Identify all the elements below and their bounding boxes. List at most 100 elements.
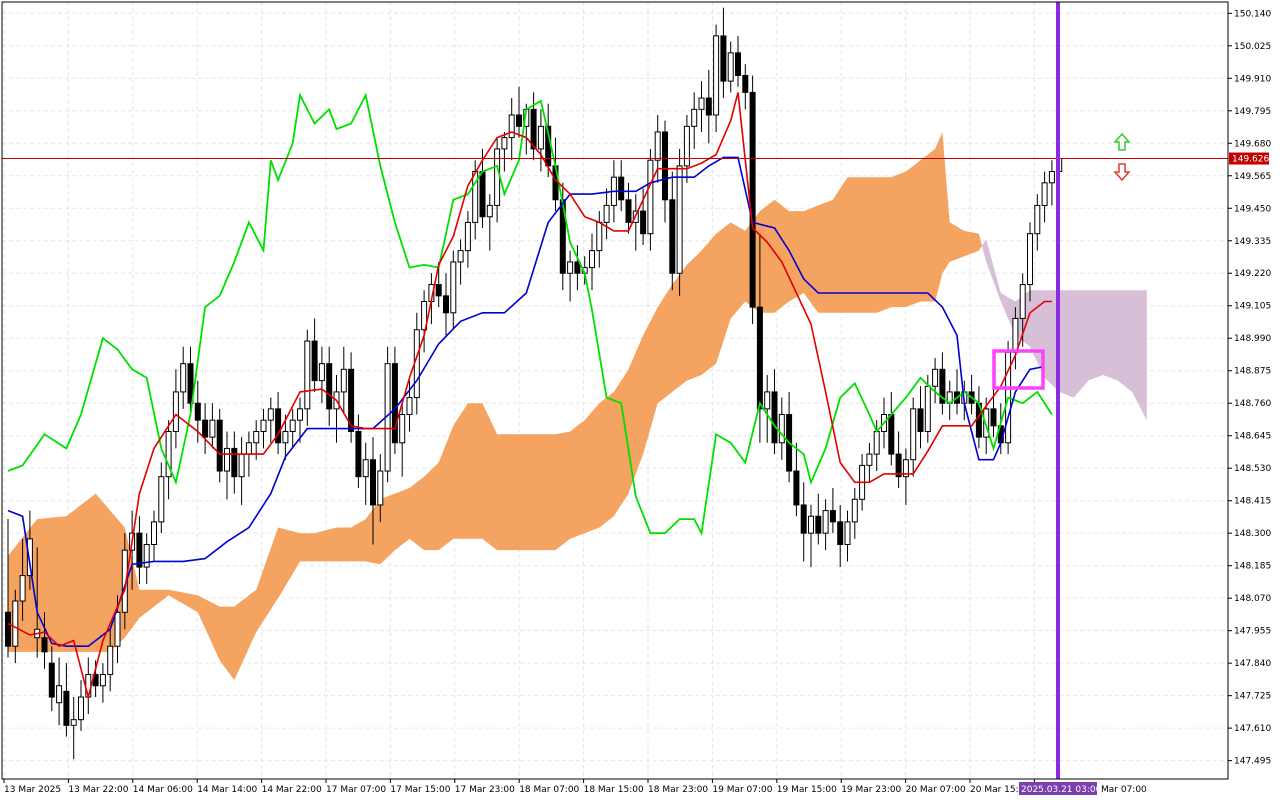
- candle-bullish: [99, 673, 106, 687]
- candle-bullish: [1027, 233, 1033, 286]
- candle-bullish: [224, 447, 230, 472]
- candle-bearish: [231, 447, 238, 478]
- candle-bullish: [282, 430, 289, 444]
- candle-bullish: [1041, 182, 1048, 206]
- candle-bearish: [202, 419, 209, 438]
- candle-bullish: [457, 250, 464, 263]
- x-tick-label: 18 Mar 23:00: [648, 785, 708, 795]
- y-tick-label: 148.300: [1234, 529, 1271, 539]
- candle-bullish: [1012, 317, 1019, 353]
- candle-bearish: [771, 391, 778, 444]
- y-tick-label: 150.140: [1234, 9, 1271, 19]
- candle-bearish: [574, 261, 581, 274]
- candle-bullish: [873, 430, 880, 455]
- candle-bullish: [537, 125, 544, 150]
- y-tick-label: 148.530: [1234, 464, 1271, 474]
- candle-bearish: [216, 419, 223, 472]
- ichimoku-candlestick-chart[interactable]: 150.140 150.025 149.910 149.795 149.680 149.5…: [0, 0, 1280, 800]
- y-tick-label: 148.645: [1234, 432, 1271, 442]
- candle-bullish: [910, 408, 917, 461]
- candle-bullish: [245, 442, 252, 455]
- candle-bearish: [829, 510, 836, 523]
- y-tick-label: 149.335: [1234, 237, 1271, 247]
- y-tick-label: 148.875: [1234, 367, 1271, 377]
- cursor-time-label: 2025.03.21 03:00: [1021, 785, 1102, 795]
- candle-bullish: [238, 453, 245, 478]
- candle-bullish: [107, 645, 114, 675]
- candle-bullish: [267, 408, 274, 421]
- candle-bearish: [990, 408, 997, 427]
- candle-bullish: [778, 414, 785, 444]
- candle-bullish: [501, 137, 508, 150]
- candle-bullish: [698, 97, 705, 110]
- candle-bullish: [362, 459, 369, 478]
- x-tick-label: 13 Mar 2025: [4, 785, 61, 795]
- candle-bullish: [304, 340, 311, 410]
- y-tick-label: 147.840: [1234, 659, 1271, 669]
- candle-bearish: [749, 91, 756, 308]
- candle-bearish: [662, 131, 668, 201]
- candle-bullish: [12, 600, 19, 647]
- candle-bullish: [56, 685, 63, 704]
- x-tick-label: 17 Mar 07:00: [326, 785, 386, 795]
- y-tick-label: 148.760: [1234, 399, 1271, 409]
- x-tick-label: 18 Mar 07:00: [519, 785, 579, 795]
- candle-bearish: [435, 284, 442, 297]
- x-tick-label: 17 Mar 23:00: [455, 785, 515, 795]
- candle-bullish: [567, 261, 574, 274]
- y-tick-label: 148.415: [1234, 497, 1271, 507]
- candle-bullish: [399, 414, 406, 444]
- candle-bearish: [194, 402, 201, 421]
- candle-bullish: [764, 391, 771, 410]
- candle-bullish: [289, 419, 296, 432]
- candle-bearish: [5, 611, 11, 647]
- candle-bearish: [756, 306, 763, 410]
- candle-bearish: [479, 171, 486, 218]
- y-tick-label: 149.450: [1234, 204, 1271, 214]
- candle-bearish: [618, 176, 625, 201]
- candle-bearish: [443, 295, 449, 314]
- candle-bullish: [297, 408, 303, 421]
- y-tick-label: 148.070: [1234, 594, 1271, 604]
- candle-bullish: [85, 673, 92, 698]
- x-tick-label: 14 Mar 14:00: [197, 785, 257, 795]
- candle-bullish: [494, 148, 501, 206]
- candle-bearish: [311, 340, 318, 382]
- candle-bearish: [669, 199, 676, 274]
- candle-bullish: [727, 52, 734, 82]
- candle-bullish: [589, 250, 595, 269]
- y-tick-label: 148.990: [1234, 334, 1271, 344]
- x-tick-label: 14 Mar 06:00: [133, 785, 193, 795]
- y-tick-label: 149.220: [1234, 269, 1271, 279]
- candle-bullish: [340, 368, 347, 393]
- candle-bullish: [1048, 171, 1055, 184]
- y-tick-label: 149.795: [1234, 107, 1271, 117]
- candle-bullish: [866, 453, 873, 466]
- candle-bullish: [1034, 204, 1041, 235]
- candle-bullish: [683, 125, 690, 167]
- candle-bullish: [172, 391, 179, 432]
- candle-bullish: [808, 515, 814, 534]
- candle-bearish: [735, 52, 741, 76]
- candle-bearish: [516, 114, 522, 127]
- candle-bearish: [888, 414, 895, 455]
- candle-bullish: [508, 114, 515, 139]
- y-tick-label: 147.610: [1234, 724, 1271, 734]
- y-tick-label: 149.680: [1234, 139, 1271, 149]
- candle-bullish: [486, 204, 493, 218]
- x-tick-label: 19 Mar 15:00: [777, 785, 837, 795]
- x-tick-label: 14 Mar 22:00: [262, 785, 322, 795]
- candle-bullish: [377, 470, 384, 506]
- candle-bullish: [844, 521, 851, 545]
- x-tick-label: 13 Mar 22:00: [68, 785, 128, 795]
- candle-bearish: [370, 459, 376, 506]
- y-tick-label: 150.025: [1234, 42, 1271, 52]
- candle-bullish: [318, 363, 325, 382]
- candle-bearish: [625, 199, 632, 223]
- candle-bullish: [406, 397, 413, 416]
- x-tick-label: 19 Mar 07:00: [712, 785, 772, 795]
- y-tick-label: 147.725: [1234, 692, 1271, 702]
- candle-bearish: [720, 35, 727, 82]
- y-tick-label: 149.105: [1234, 302, 1271, 312]
- candle-bearish: [793, 470, 800, 506]
